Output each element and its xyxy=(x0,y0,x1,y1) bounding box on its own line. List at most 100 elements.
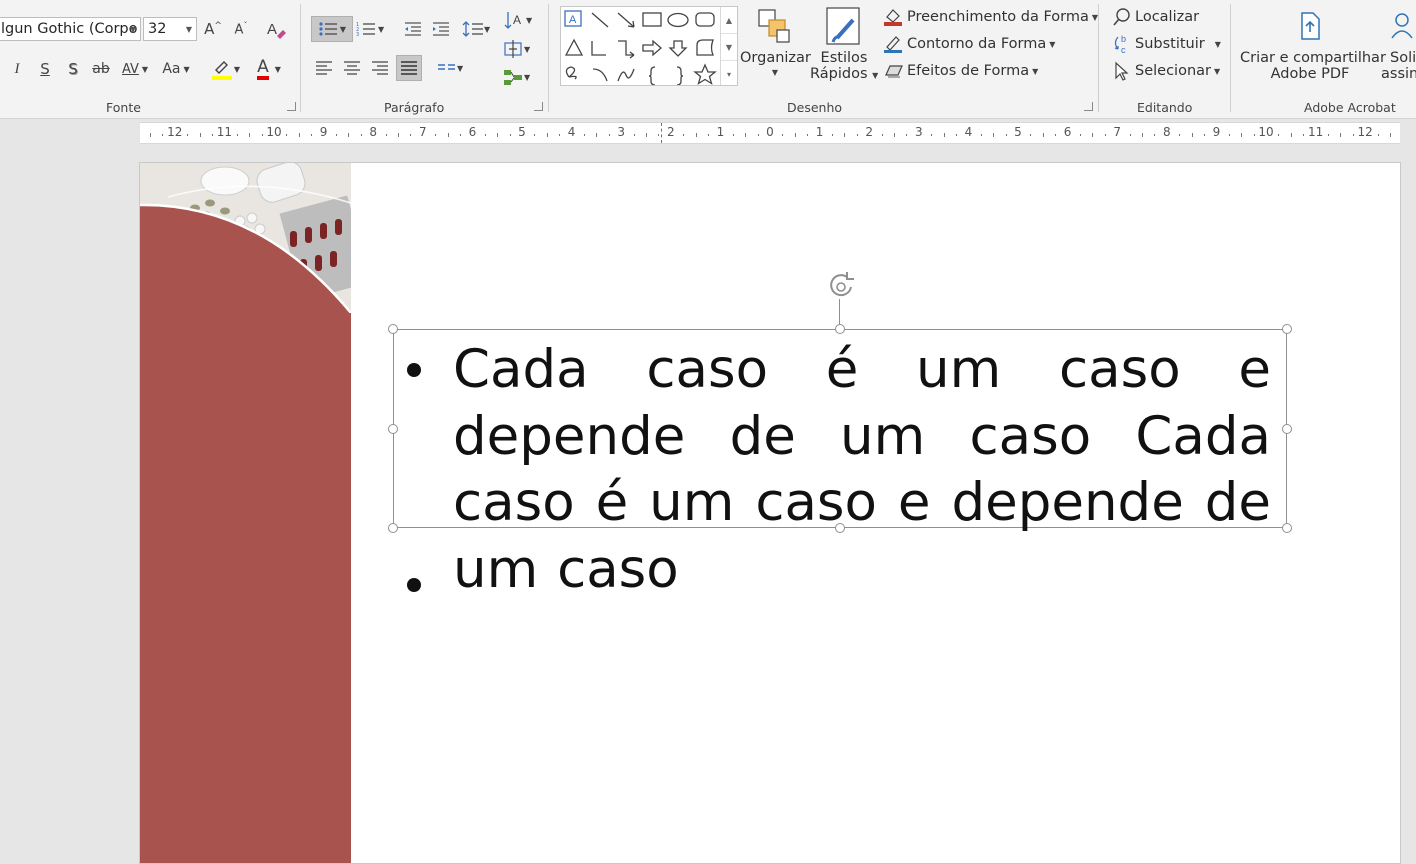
ruler-number: 1 xyxy=(815,125,824,139)
italic-button[interactable]: I xyxy=(6,58,28,80)
request-signature-icon xyxy=(1391,13,1413,39)
replace-button[interactable]: bc Substituir ▼ xyxy=(1112,33,1221,55)
ruler-tick xyxy=(695,133,697,137)
indent-marker[interactable] xyxy=(660,123,663,143)
gallery-scroll-up-icon[interactable]: ▲ xyxy=(721,7,737,34)
search-icon xyxy=(1113,8,1130,26)
svg-text:3: 3 xyxy=(356,32,359,37)
ruler-number: 8 xyxy=(1162,125,1171,139)
grow-font-icon: A^ xyxy=(204,20,222,38)
shrink-font-icon: Aˇ xyxy=(234,20,248,38)
rotate-handle-icon[interactable] xyxy=(823,269,859,305)
resize-handle-se[interactable] xyxy=(1282,523,1292,533)
align-left-button[interactable] xyxy=(313,57,335,79)
numbering-button[interactable]: 123 ▼ xyxy=(356,18,394,40)
font-size-value: 32 xyxy=(148,21,167,37)
ruler-tick xyxy=(1290,133,1292,137)
ruler-tick xyxy=(360,134,362,136)
ruler-number: 7 xyxy=(418,125,427,139)
find-button[interactable]: Localizar xyxy=(1112,6,1199,28)
align-text-button[interactable]: ▼ xyxy=(502,38,536,60)
paragraph-dialog-launcher-icon[interactable] xyxy=(534,102,543,111)
ruler-tick xyxy=(633,134,635,136)
font-name-combo[interactable]: lgun Gothic (Corpo ▼ xyxy=(0,17,141,41)
resize-handle-sw[interactable] xyxy=(388,523,398,533)
grow-font-button[interactable]: A^ xyxy=(202,18,224,40)
arrange-button[interactable]: Organizar ▼ xyxy=(740,6,811,90)
ruler-number: 6 xyxy=(1063,125,1072,139)
justify-button[interactable] xyxy=(396,55,422,81)
gallery-scroll-down-icon[interactable]: ▼ xyxy=(721,34,737,61)
shapes-gallery[interactable]: A ▲ ▼ ▾ xyxy=(560,6,738,86)
font-color-button[interactable]: A ▼ xyxy=(250,58,288,80)
ruler-tick xyxy=(931,134,933,136)
resize-handle-ne[interactable] xyxy=(1282,324,1292,334)
gallery-scroll[interactable]: ▲ ▼ ▾ xyxy=(720,7,737,85)
quick-styles-button[interactable]: Estilos Rápidos ▼ xyxy=(810,6,878,90)
ruler-tick xyxy=(757,134,759,136)
shape-effects-button[interactable]: Efeitos de Forma ▼ xyxy=(882,60,1038,82)
columns-button[interactable]: ▼ xyxy=(437,58,469,78)
highlight-button[interactable]: ▼ xyxy=(206,58,244,80)
char-spacing-button[interactable]: AV ▼ xyxy=(120,58,150,80)
ruler-tick xyxy=(782,134,784,136)
change-case-button[interactable]: Aa ▼ xyxy=(160,58,192,80)
chevron-down-icon: ▼ xyxy=(872,71,879,80)
ruler-tick xyxy=(1303,134,1305,136)
ruler-tick xyxy=(1228,134,1230,136)
strikethrough-button[interactable]: ab xyxy=(90,58,112,80)
select-button[interactable]: Selecionar ▼ xyxy=(1112,60,1220,82)
underline-button[interactable]: S xyxy=(34,58,56,80)
ruler-tick xyxy=(956,134,957,136)
convert-smartart-button[interactable]: ▼ xyxy=(502,66,536,88)
resize-handle-e[interactable] xyxy=(1282,424,1292,434)
bullets-button[interactable]: ▼ xyxy=(311,16,353,42)
slide-canvas[interactable]: Cada caso é um caso e depende de um caso… xyxy=(139,162,1401,864)
request-signatures-button[interactable]: Soli assina xyxy=(1380,10,1416,90)
chevron-down-icon: ▼ xyxy=(457,63,464,73)
svg-text:b: b xyxy=(1121,34,1126,44)
chevron-down-icon: ▼ xyxy=(1049,39,1056,49)
ruler-number: 5 xyxy=(518,125,526,139)
ribbon: lgun Gothic (Corpo ▼ 32 ▼ A^ Aˇ A I S S … xyxy=(0,0,1416,119)
drawing-dialog-launcher-icon[interactable] xyxy=(1084,102,1093,111)
resize-handle-nw[interactable] xyxy=(388,324,398,334)
ruler-tick xyxy=(199,133,201,137)
font-size-combo[interactable]: 32 ▼ xyxy=(143,17,197,41)
shape-fill-button[interactable]: Preenchimento da Forma ▼ xyxy=(882,6,1098,28)
columns-icon xyxy=(438,64,455,70)
char-spacing-label: AV xyxy=(121,61,139,77)
resize-handle-n[interactable] xyxy=(835,324,845,334)
increase-indent-button[interactable] xyxy=(430,18,452,40)
align-right-button[interactable] xyxy=(369,57,391,79)
shadow-button[interactable]: S xyxy=(62,58,84,80)
line-spacing-button[interactable]: ▼ xyxy=(462,18,496,40)
shape-outline-button[interactable]: Contorno da Forma ▼ xyxy=(882,33,1055,55)
ruler-tick xyxy=(1055,134,1057,136)
replace-icon: bc xyxy=(1114,34,1126,55)
clear-formatting-button[interactable]: A xyxy=(265,18,287,40)
resize-handle-w[interactable] xyxy=(388,424,398,434)
horizontal-ruler[interactable]: 12 11 10 9 8 7 6 5 4 3 2 1 0 1 2 3 4 5 6 7 8 9 10 11 12 xyxy=(140,122,1400,144)
font-dialog-launcher-icon[interactable] xyxy=(287,102,296,111)
create-share-pdf-button[interactable]: Criar e compartilhar Adobe PDF xyxy=(1240,10,1386,90)
arrange-icon xyxy=(758,9,790,43)
select-label: Selecionar xyxy=(1135,63,1211,79)
shape-effects-icon xyxy=(885,65,903,78)
decrease-indent-button[interactable] xyxy=(402,18,424,40)
text-direction-button[interactable]: A ▼ xyxy=(504,8,536,32)
ruler-number: 12 xyxy=(1357,125,1373,139)
ruler-tick xyxy=(559,134,561,136)
bullet-text-2[interactable] xyxy=(453,561,1271,621)
gallery-more-icon[interactable]: ▾ xyxy=(721,61,737,87)
ruler-number: 2 xyxy=(666,125,675,139)
align-center-button[interactable] xyxy=(341,57,363,79)
svg-text:A: A xyxy=(569,14,577,26)
chevron-down-icon: ▼ xyxy=(183,64,190,74)
ruler-tick xyxy=(435,134,437,136)
clear-formatting-icon: A xyxy=(267,21,286,39)
quick-styles-icon xyxy=(826,7,860,45)
ruler-tick xyxy=(856,134,858,136)
shrink-font-button[interactable]: Aˇ xyxy=(230,18,252,40)
group-separator xyxy=(300,4,301,112)
